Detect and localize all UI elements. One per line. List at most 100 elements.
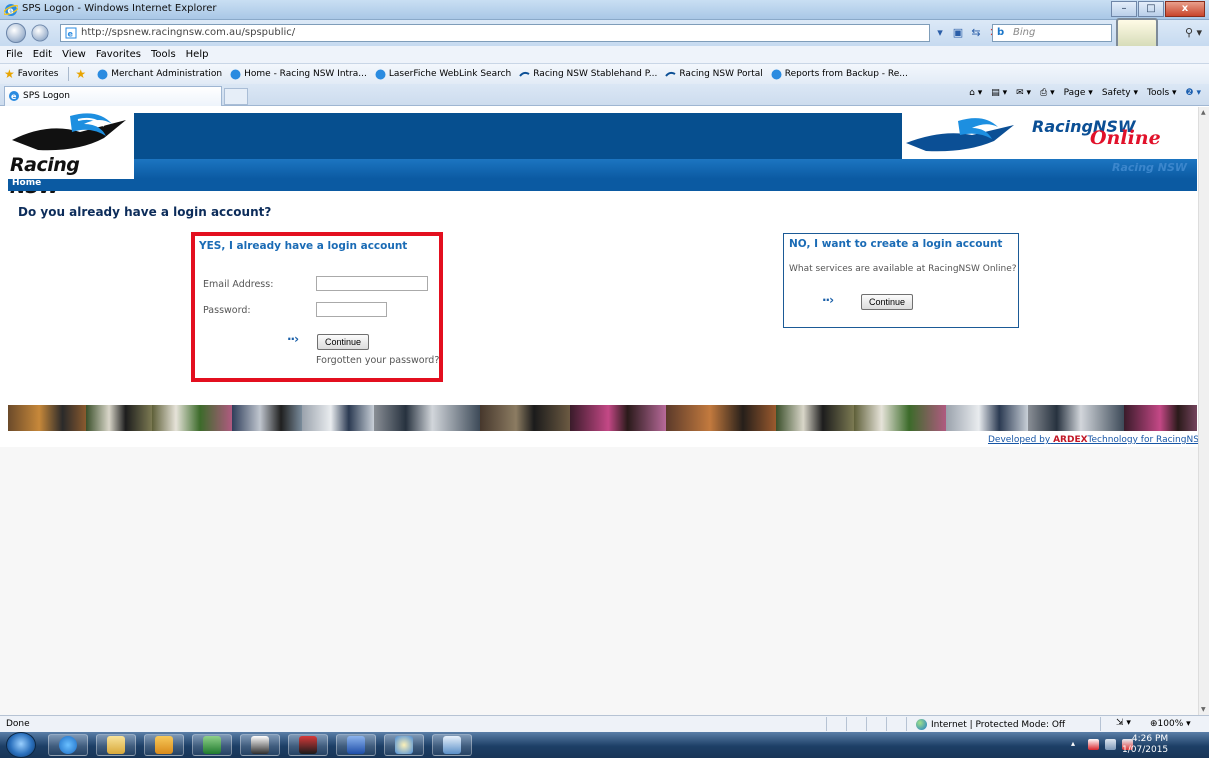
- racing-photo: [374, 405, 480, 431]
- brand-left-text: Racing NSW: [10, 154, 80, 198]
- help-icon[interactable]: ❷ ▾: [1186, 88, 1201, 98]
- horse-logo-right-icon: [906, 118, 1014, 152]
- page-menu[interactable]: Page ▾: [1064, 88, 1093, 98]
- window-title: SPS Logon - Windows Internet Explorer: [22, 3, 217, 14]
- banner-ghost-text: Racing NSW: [1112, 161, 1187, 174]
- arrow-icon: ··›: [822, 293, 834, 307]
- scroll-down-icon[interactable]: ▼: [1201, 706, 1206, 713]
- minimize-button[interactable]: –: [1111, 1, 1137, 17]
- refresh-icon[interactable]: ⇆: [968, 24, 984, 42]
- window-controls: – □ x: [1110, 1, 1205, 17]
- print-icon[interactable]: ⎙ ▾: [1040, 88, 1055, 98]
- network-icon[interactable]: [1105, 739, 1116, 750]
- taskbar-explorer[interactable]: [96, 734, 136, 756]
- racing-nsw-logo[interactable]: Racing NSW: [8, 110, 134, 198]
- menu-edit[interactable]: Edit: [33, 46, 52, 63]
- back-button[interactable]: [6, 23, 26, 43]
- tab-sps-logon[interactable]: e SPS Logon: [4, 86, 222, 106]
- forward-button[interactable]: [31, 24, 49, 42]
- command-bar: ⌂ ▾ ▤ ▾ ✉ ▾ ⎙ ▾ Page ▾ Safety ▾ Tools ▾ …: [960, 88, 1201, 98]
- racing-photo: [152, 405, 232, 431]
- taskbar-app2[interactable]: [288, 734, 328, 756]
- menu-favorites[interactable]: Favorites: [96, 46, 141, 63]
- add-favorite-icon: ★: [75, 67, 87, 81]
- favorite-link-reports[interactable]: Reports from Backup - Re...: [771, 69, 908, 80]
- search-box[interactable]: b Bing: [992, 24, 1112, 42]
- racing-photo: [1124, 405, 1197, 431]
- paint-icon: [395, 736, 413, 754]
- add-favorite-button[interactable]: ★: [75, 67, 89, 81]
- address-bar[interactable]: e http://spsnew.racingnsw.com.au/spspubl…: [60, 24, 930, 42]
- favorite-link-merchant[interactable]: Merchant Administration: [97, 69, 222, 80]
- create-heading: NO, I want to create a login account: [789, 238, 1003, 250]
- racing-photo: [86, 405, 152, 431]
- security-zone[interactable]: Internet | Protected Mode: Off: [916, 719, 1065, 730]
- racing-nsw-online-logo[interactable]: RacingNSW Online: [902, 113, 1197, 159]
- ardex-logo: ARDEX: [1053, 435, 1088, 445]
- globe-icon: [916, 719, 927, 730]
- close-button[interactable]: x: [1165, 1, 1205, 17]
- dropdown-icon[interactable]: ▾: [932, 24, 948, 42]
- login-continue-button[interactable]: Continue: [317, 334, 370, 350]
- clock-time: 4:26 PM: [1131, 734, 1169, 744]
- nav-bar: Home: [8, 178, 1197, 191]
- mail-icon[interactable]: ✉ ▾: [1016, 88, 1031, 98]
- search-icon[interactable]: ⚲ ▾: [1185, 26, 1202, 39]
- racing-photo: [666, 405, 776, 431]
- password-input[interactable]: [316, 302, 387, 317]
- taskbar-outlook[interactable]: [144, 734, 184, 756]
- protected-mode-icon[interactable]: ⇲ ▾: [1116, 718, 1131, 728]
- taskbar: ▴ 4:26 PM 1/07/2015: [0, 732, 1209, 758]
- status-text: Done: [6, 719, 30, 729]
- scroll-up-icon[interactable]: ▲: [1201, 109, 1206, 116]
- vertical-scrollbar[interactable]: ▲ ▼: [1198, 107, 1209, 715]
- clock[interactable]: 4:26 PM 1/07/2015: [1122, 734, 1168, 756]
- favorites-button[interactable]: ★ Favorites: [4, 67, 58, 81]
- taskbar-ie[interactable]: [48, 734, 88, 756]
- compatibility-icon[interactable]: ▣: [950, 24, 966, 42]
- start-button[interactable]: [6, 732, 36, 758]
- bing-logo-icon: b: [997, 27, 1005, 38]
- menu-bar: File Edit View Favorites Tools Help: [0, 46, 1209, 64]
- favorites-bar: ★ Favorites ★ Merchant Administration Hom…: [0, 64, 1209, 84]
- menu-tools[interactable]: Tools: [151, 46, 176, 63]
- zoom-level[interactable]: ⊕100% ▾: [1150, 719, 1191, 729]
- brand-right-online: Online: [1090, 127, 1161, 149]
- search-placeholder: Bing: [1013, 27, 1036, 38]
- menu-view[interactable]: View: [62, 46, 86, 63]
- favorite-link-intranet[interactable]: Home - Racing NSW Intra...: [230, 69, 367, 80]
- maximize-button[interactable]: □: [1138, 1, 1164, 17]
- new-tab-button[interactable]: [224, 88, 248, 105]
- racing-photo: [570, 405, 666, 431]
- page-title: Do you already have a login account?: [18, 205, 272, 219]
- favorite-link-stablehand[interactable]: Racing NSW Stablehand P...: [519, 69, 657, 80]
- create-continue-button[interactable]: Continue: [861, 294, 914, 310]
- login-heading: YES, I already have a login account: [199, 240, 408, 252]
- email-input[interactable]: [316, 276, 428, 291]
- page-icon: [375, 69, 386, 79]
- menu-file[interactable]: File: [6, 46, 23, 63]
- excel-icon: [203, 736, 221, 754]
- home-icon[interactable]: ⌂ ▾: [969, 88, 982, 98]
- check-app-icon: [251, 736, 269, 754]
- services-link[interactable]: What services are available at RacingNSW…: [789, 264, 1017, 274]
- safety-menu[interactable]: Safety ▾: [1102, 88, 1138, 98]
- favorite-link-portal[interactable]: Racing NSW Portal: [665, 69, 763, 80]
- forgot-password-link[interactable]: Forgotten your password?: [316, 355, 439, 366]
- feeds-icon[interactable]: ▤ ▾: [991, 88, 1007, 98]
- tools-menu[interactable]: Tools ▾: [1147, 88, 1177, 98]
- developer-credit-link[interactable]: Developed by ARDEXTechnology for RacingN…: [988, 435, 1198, 445]
- favorite-link-laserfiche[interactable]: LaserFiche WebLink Search: [375, 69, 511, 80]
- page-viewport: Racing NSW Racing NSW RacingNSW Online H…: [0, 107, 1198, 715]
- taskbar-app[interactable]: [240, 734, 280, 756]
- taskbar-word[interactable]: [336, 734, 376, 756]
- action-center-icon[interactable]: [1088, 739, 1099, 750]
- create-account-panel: NO, I want to create a login account Wha…: [783, 233, 1019, 328]
- taskbar-excel[interactable]: [192, 734, 232, 756]
- taskbar-paint[interactable]: [384, 734, 424, 756]
- horse-logo-icon: [12, 113, 126, 151]
- menu-help[interactable]: Help: [186, 46, 209, 63]
- nav-home-link[interactable]: Home: [12, 178, 41, 188]
- tray-arrow-icon[interactable]: ▴: [1071, 739, 1082, 750]
- taskbar-window[interactable]: [432, 734, 472, 756]
